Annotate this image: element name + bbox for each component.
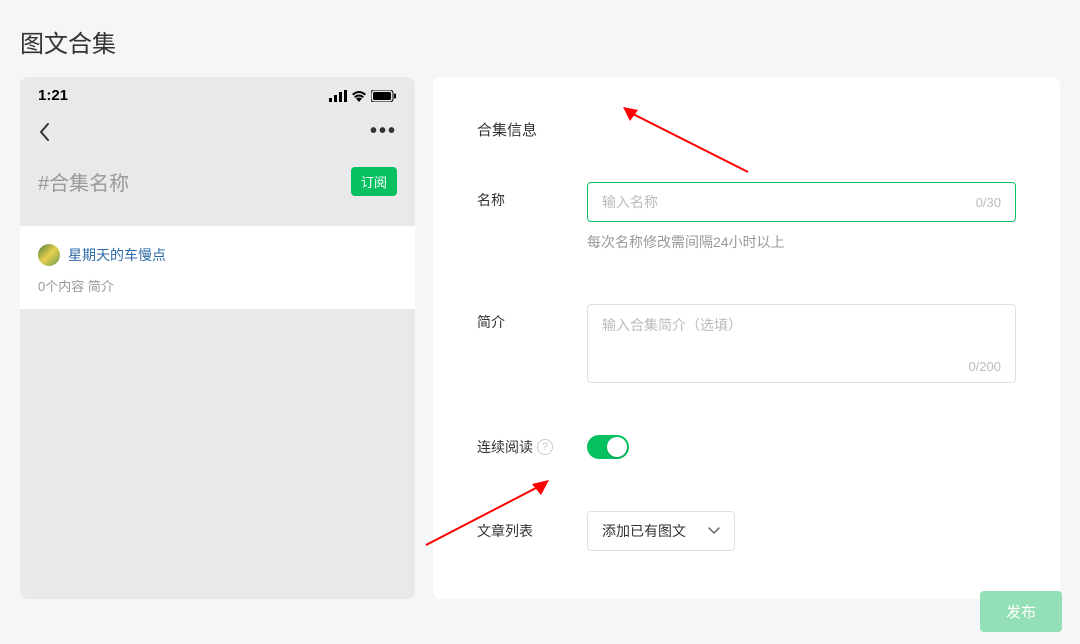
more-icon[interactable]: ••• bbox=[370, 120, 397, 143]
back-icon[interactable] bbox=[38, 122, 50, 142]
intro-char-count: 0/200 bbox=[968, 359, 1001, 374]
publish-button[interactable]: 发布 bbox=[980, 591, 1062, 632]
subscribe-button[interactable]: 订阅 bbox=[351, 167, 397, 196]
status-time: 1:21 bbox=[38, 87, 68, 104]
phone-preview: 1:21 ••• #合集名称 订阅 bbox=[20, 77, 415, 599]
intro-textarea[interactable] bbox=[602, 315, 1001, 347]
name-input[interactable] bbox=[588, 194, 976, 210]
chevron-down-icon bbox=[708, 527, 720, 535]
annotation-arrow-1 bbox=[623, 107, 753, 177]
name-char-count: 0/30 bbox=[976, 195, 1015, 210]
wifi-icon bbox=[351, 90, 367, 102]
name-label: 名称 bbox=[477, 182, 587, 210]
form-panel: 合集信息 名称 0/30 每次名称修改需间隔24小时以上 简介 0/200 bbox=[433, 77, 1060, 599]
add-article-dropdown[interactable]: 添加已有图文 bbox=[587, 511, 735, 551]
collection-name-placeholder: #合集名称 bbox=[38, 167, 129, 196]
author-name[interactable]: 星期天的车慢点 bbox=[68, 245, 166, 265]
continuous-toggle[interactable] bbox=[587, 435, 629, 459]
phone-nav-row: ••• bbox=[20, 110, 415, 157]
name-hint: 每次名称修改需间隔24小时以上 bbox=[587, 232, 1016, 252]
main-layout: 1:21 ••• #合集名称 订阅 bbox=[0, 77, 1080, 599]
continuous-label: 连续阅读 bbox=[477, 437, 533, 457]
status-bar: 1:21 bbox=[20, 77, 415, 110]
continuous-row: 连续阅读 ? bbox=[477, 435, 1016, 459]
page-title: 图文合集 bbox=[0, 0, 1080, 77]
intro-textarea-wrap: 0/200 bbox=[587, 304, 1016, 383]
articles-label: 文章列表 bbox=[477, 521, 587, 541]
name-row: 名称 0/30 每次名称修改需间隔24小时以上 bbox=[477, 182, 1016, 252]
author-card: 星期天的车慢点 0个内容 简介 bbox=[20, 226, 415, 309]
avatar bbox=[38, 244, 60, 266]
collection-header: #合集名称 订阅 bbox=[20, 157, 415, 226]
articles-row: 文章列表 添加已有图文 bbox=[477, 511, 1016, 551]
name-input-wrap: 0/30 bbox=[587, 182, 1016, 222]
toggle-knob bbox=[607, 437, 627, 457]
status-icons bbox=[329, 90, 397, 102]
signal-icon bbox=[329, 90, 347, 102]
help-icon[interactable]: ? bbox=[537, 439, 553, 455]
intro-label: 简介 bbox=[477, 304, 587, 332]
section-title: 合集信息 bbox=[477, 119, 1016, 140]
content-meta: 0个内容 简介 bbox=[38, 276, 397, 295]
author-row: 星期天的车慢点 bbox=[38, 244, 397, 266]
battery-icon bbox=[371, 90, 397, 102]
add-article-label: 添加已有图文 bbox=[602, 521, 686, 541]
intro-row: 简介 0/200 bbox=[477, 304, 1016, 383]
